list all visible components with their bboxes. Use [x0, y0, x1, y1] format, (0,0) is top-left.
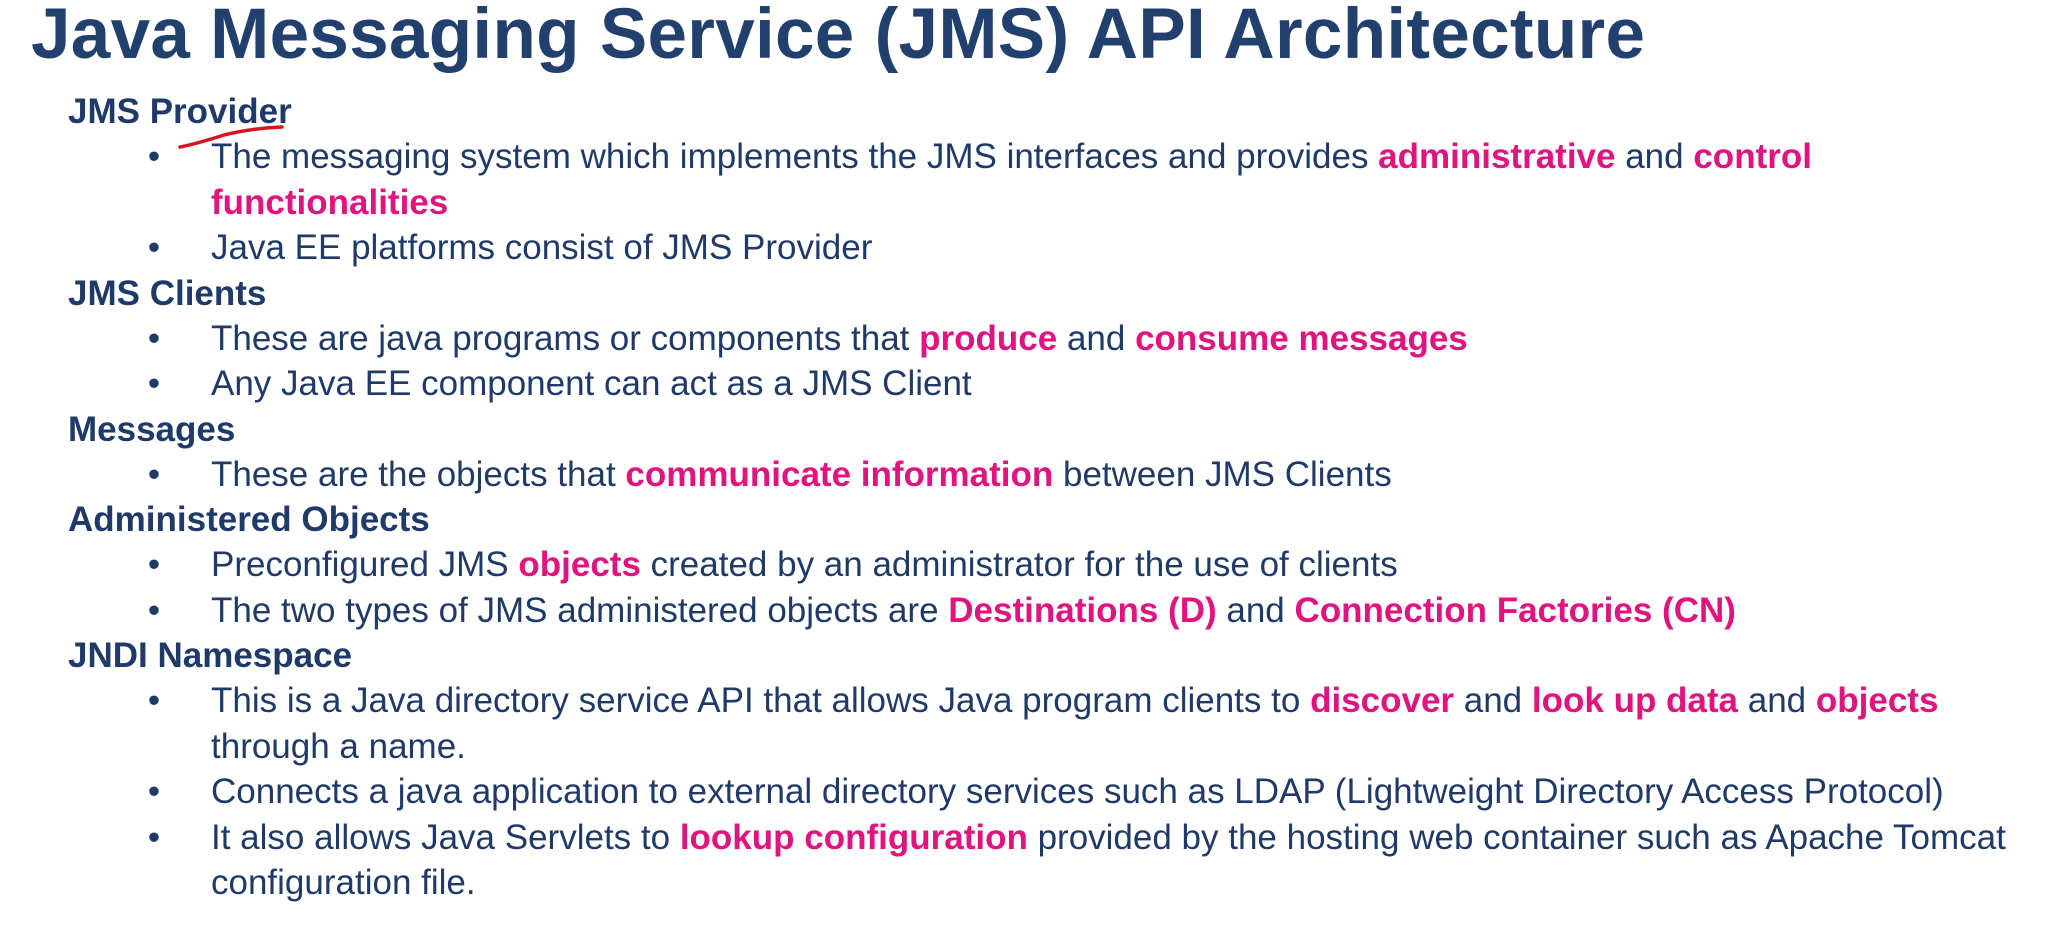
bullet-list: • The messaging system which implements t…	[68, 134, 2028, 271]
page-title: Java Messaging Service (JMS) API Archite…	[31, 0, 1646, 74]
bullet-item: • These are the objects that communicate …	[68, 452, 2041, 498]
highlighted-text: objects	[1815, 681, 1939, 720]
section-heading: JMS Provider	[68, 92, 292, 131]
bullet-list: • This is a Java directory service API th…	[68, 678, 2028, 906]
bullet-text: created by an administrator for the use …	[640, 545, 1398, 584]
bullet-item: • Java EE platforms consist of JMS Provid…	[68, 225, 2041, 271]
highlighted-text: look up data	[1531, 681, 1739, 720]
bullet-list: • These are java programs or components t…	[68, 316, 2028, 407]
bullet-marker: •	[147, 364, 161, 403]
bullet-marker: •	[147, 590, 161, 630]
section-heading: Messages	[68, 409, 236, 449]
bullet-text: and	[1057, 318, 1136, 358]
bullet-list: • These are the objects that communicate …	[68, 452, 2028, 498]
bullet-list: • Preconfigured JMS objects created by an…	[68, 542, 2028, 633]
section-heading: JNDI Namespace	[68, 636, 353, 675]
slide: Java Messaging Service (JMS) API Archite…	[0, 0, 2061, 950]
bullet-marker: •	[147, 137, 161, 176]
bullet-text: This is a Java directory service API tha…	[211, 681, 1311, 720]
highlighted-text: objects	[518, 545, 641, 584]
bullet-marker: •	[147, 681, 161, 720]
bullet-text: Any Java EE component can act as a JMS C…	[211, 364, 972, 403]
bullet-text: through a name.	[211, 726, 466, 766]
bullet-text: These are java programs or components th…	[211, 318, 920, 358]
bullet-item: • The two types of JMS administered objec…	[68, 588, 2041, 634]
bullet-marker: •	[147, 545, 161, 584]
bullet-text: and	[1216, 590, 1295, 630]
bullet-text: Preconfigured JMS	[211, 545, 519, 584]
bullet-item: • Preconfigured JMS objects created by an…	[68, 542, 2041, 588]
bullet-text: The two types of JMS administered object…	[211, 590, 949, 630]
bullet-item: • The messaging system which implements t…	[68, 134, 2041, 225]
highlighted-text: administrative	[1378, 137, 1616, 176]
bullet-text: and	[1454, 681, 1532, 720]
bullet-item: • This is a Java directory service API th…	[68, 678, 2041, 769]
bullet-text: It also allows Java Servlets to	[211, 817, 680, 857]
section-heading: Administered Objects	[68, 500, 430, 539]
highlighted-text: discover	[1310, 681, 1455, 720]
bullet-marker: •	[147, 228, 161, 267]
highlighted-text: produce	[919, 318, 1058, 358]
highlighted-text: Destinations (D)	[948, 590, 1217, 630]
bullet-text: between JMS Clients	[1053, 454, 1392, 494]
bullet-marker: •	[147, 454, 161, 494]
slide-content: JMS Provider • The messaging system which …	[68, 89, 2028, 906]
bullet-item: • Connects a java application to external…	[68, 769, 2041, 815]
bullet-text: and	[1738, 681, 1816, 720]
bullet-text: Connects a java application to external …	[211, 772, 1944, 811]
bullet-text: The messaging system which implements th…	[211, 137, 1379, 176]
highlighted-text: lookup configuration	[679, 817, 1028, 857]
section-heading: JMS Clients	[68, 273, 267, 313]
highlighted-text: communicate information	[625, 454, 1054, 494]
bullet-item: • These are java programs or components t…	[68, 316, 2041, 362]
bullet-text: Java EE platforms consist of JMS Provide…	[211, 228, 873, 267]
bullet-marker: •	[147, 772, 161, 811]
bullet-item: • It also allows Java Servlets to lookup …	[68, 815, 2041, 906]
bullet-text: These are the objects that	[211, 454, 626, 494]
bullet-item: • Any Java EE component can act as a JMS …	[68, 361, 2041, 407]
bullet-marker: •	[147, 318, 161, 358]
highlighted-text: Connection Factories (CN)	[1294, 590, 1736, 630]
highlighted-text: consume messages	[1135, 318, 1468, 358]
bullet-marker: •	[147, 817, 161, 857]
bullet-text: and	[1615, 137, 1694, 176]
